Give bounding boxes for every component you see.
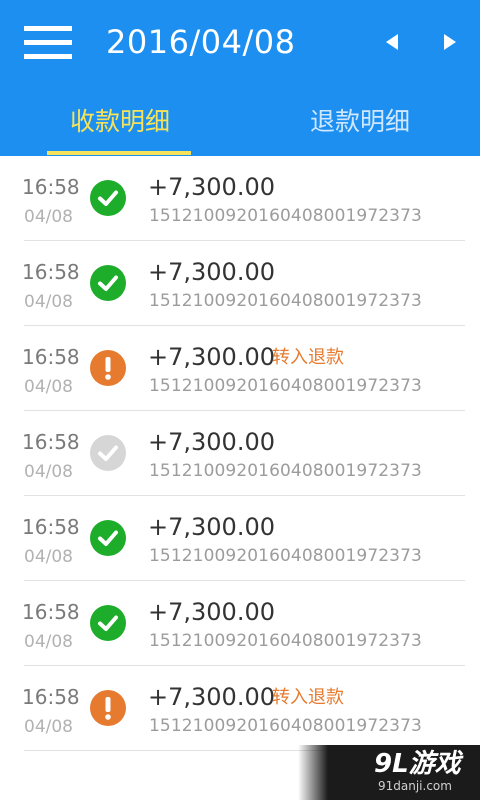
active-tab-indicator (47, 151, 191, 155)
record-serial-number: 1512100920160408001972373 (149, 376, 422, 396)
record-serial-number: 1512100920160408001972373 (149, 631, 422, 651)
record-date: 04/08 (24, 632, 73, 652)
menu-line (24, 40, 72, 45)
check-icon (90, 265, 126, 301)
menu-line (24, 54, 72, 59)
list-item[interactable]: 16:58 04/08 +7,300.00 转入退款 15121009201604080… (0, 326, 480, 411)
record-date: 04/08 (24, 292, 73, 312)
top-bar: 2016/04/08 收款明细 退款明细 (0, 0, 480, 156)
record-time: 16:58 (22, 600, 80, 624)
record-serial-number: 1512100920160408001972373 (149, 546, 422, 566)
record-serial-number: 1512100920160408001972373 (149, 716, 422, 736)
check-icon (90, 520, 126, 556)
record-date: 04/08 (24, 462, 73, 482)
record-time: 16:58 (22, 260, 80, 284)
app-screen: 2016/04/08 收款明细 退款明细 16:58 04/08 +7,300.00… (0, 0, 480, 800)
check-icon (90, 180, 126, 216)
record-amount: +7,300.00 (148, 428, 275, 456)
tab-refund-details[interactable]: 退款明细 (240, 100, 480, 156)
hamburger-menu-icon[interactable] (24, 26, 72, 59)
triangle-right-icon[interactable] (438, 28, 462, 56)
menu-line (24, 26, 72, 31)
record-time: 16:58 (22, 345, 80, 369)
watermark-url: 91danji.com (378, 779, 452, 793)
record-amount: +7,300.00 (148, 258, 275, 286)
list-item[interactable]: 16:58 04/08 +7,300.00 转入退款 15121009201604080… (0, 666, 480, 751)
record-time: 16:58 (22, 175, 80, 199)
check-disabled-icon (90, 435, 126, 471)
transaction-list: 16:58 04/08 +7,300.00 151210092016040800197… (0, 156, 480, 751)
exclamation-icon (90, 350, 126, 386)
tab-income-details[interactable]: 收款明细 (0, 100, 240, 156)
record-amount: +7,300.00 (148, 173, 275, 201)
record-time: 16:58 (22, 515, 80, 539)
refund-transfer-label: 转入退款 (272, 347, 344, 368)
exclamation-icon (90, 690, 126, 726)
record-date: 04/08 (24, 377, 73, 397)
record-amount: +7,300.00 (148, 513, 275, 541)
check-icon (90, 605, 126, 641)
list-item[interactable]: 16:58 04/08 +7,300.00 151210092016040800197… (0, 156, 480, 241)
list-item[interactable]: 16:58 04/08 +7,300.00 151210092016040800197… (0, 496, 480, 581)
record-serial-number: 1512100920160408001972373 (149, 461, 422, 481)
record-serial-number: 1512100920160408001972373 (149, 291, 422, 311)
list-item[interactable]: 16:58 04/08 +7,300.00 151210092016040800197… (0, 411, 480, 496)
triangle-left-icon[interactable] (380, 28, 404, 56)
refund-transfer-label: 转入退款 (272, 687, 344, 708)
list-item[interactable]: 16:58 04/08 +7,300.00 151210092016040800197… (0, 241, 480, 326)
record-time: 16:58 (22, 430, 80, 454)
record-time: 16:58 (22, 685, 80, 709)
watermark-logo: 9L游戏 (374, 749, 461, 779)
record-amount: +7,300.00 (148, 683, 275, 711)
list-item[interactable]: 16:58 04/08 +7,300.00 151210092016040800197… (0, 581, 480, 666)
record-date: 04/08 (24, 547, 73, 567)
record-amount: +7,300.00 (148, 598, 275, 626)
date-title: 2016/04/08 (106, 23, 296, 61)
record-date: 04/08 (24, 207, 73, 227)
record-date: 04/08 (24, 717, 73, 737)
record-serial-number: 1512100920160408001972373 (149, 206, 422, 226)
record-amount: +7,300.00 (148, 343, 275, 371)
